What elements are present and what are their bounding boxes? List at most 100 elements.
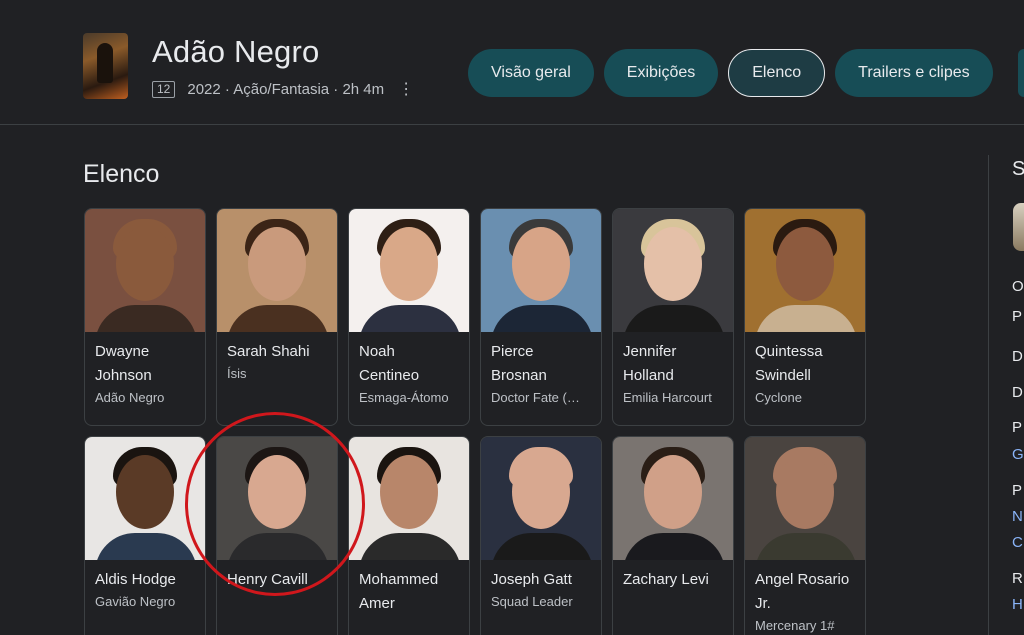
cast-card[interactable]: Pierce Brosnan Doctor Fate (…: [480, 208, 602, 426]
photo-face: [776, 227, 834, 301]
actor-name: Angel Rosario Jr.: [755, 571, 850, 612]
tab-label: Visão geral: [491, 64, 571, 81]
photo-shoulders: [491, 305, 593, 332]
actor-photo: [481, 437, 601, 560]
side-panel-line: O: [1012, 278, 1024, 295]
character-name: Mercenary 1#: [755, 618, 835, 633]
movie-poster[interactable]: [83, 33, 128, 99]
side-panel-header: S: [1012, 158, 1024, 180]
cast-card-text: Dwayne Johnson Adão Negro: [85, 332, 205, 425]
cast-card[interactable]: Joseph Gatt Squad Leader: [480, 436, 602, 635]
actor-photo: [745, 437, 865, 560]
photo-shoulders: [755, 533, 857, 560]
photo-shoulders: [359, 305, 461, 332]
actor-name: Sarah Shahi: [227, 343, 310, 360]
tab-label: Trailers e clipes: [858, 64, 970, 81]
photo-shoulders: [227, 305, 329, 332]
side-panel-line: P: [1012, 482, 1023, 499]
photo-face: [512, 455, 570, 529]
column-divider: [988, 155, 989, 635]
cast-card[interactable]: Angel Rosario Jr. Mercenary 1#: [744, 436, 866, 635]
character-name: Esmaga-Átomo: [359, 390, 449, 405]
photo-face: [116, 455, 174, 529]
actor-photo: [349, 437, 469, 560]
actor-photo: [745, 209, 865, 332]
cast-card[interactable]: Sarah Shahi Ísis: [216, 208, 338, 426]
side-panel-line: P: [1012, 419, 1023, 436]
photo-shoulders: [95, 305, 197, 332]
side-panel-line[interactable]: C: [1012, 534, 1023, 551]
cast-grid: Dwayne Johnson Adão Negro Sarah Shahi Ísis N…: [84, 208, 866, 635]
side-panel-thumbnail[interactable]: [1013, 203, 1024, 251]
photo-face: [512, 227, 570, 301]
tab-label: Exibições: [626, 64, 696, 81]
actor-name: Joseph Gatt: [491, 571, 572, 588]
actor-photo: [613, 209, 733, 332]
cast-card-text: Jennifer Holland Emilia Harcourt: [613, 332, 733, 425]
movie-title: Adão Negro: [152, 34, 320, 69]
character-name: Cyclone: [755, 390, 802, 405]
cast-card[interactable]: Dwayne Johnson Adão Negro: [84, 208, 206, 426]
tab-overview[interactable]: Visão geral: [468, 49, 594, 97]
photo-face: [248, 455, 306, 529]
cast-card[interactable]: Noah Centineo Esmaga-Átomo: [348, 208, 470, 426]
tab-label: Elenco: [752, 64, 802, 81]
movie-meta-text: 2022 · Ação/Fantasia · 2h 4m: [187, 80, 385, 98]
cast-card-text: Quintessa Swindell Cyclone: [745, 332, 865, 425]
photo-shoulders: [623, 533, 725, 560]
photo-face: [776, 455, 834, 529]
cast-card-text: Angel Rosario Jr. Mercenary 1#: [745, 560, 865, 635]
character-name: Emilia Harcourt: [623, 390, 712, 405]
photo-face: [380, 455, 438, 529]
side-panel-line: D: [1012, 348, 1023, 365]
cast-card-text: Zachary Levi: [613, 560, 733, 635]
cast-card[interactable]: Henry Cavill: [216, 436, 338, 635]
tab-trailers[interactable]: Trailers e clipes: [835, 49, 993, 97]
actor-name: Henry Cavill: [227, 571, 308, 588]
photo-shoulders: [95, 533, 197, 560]
side-panel-line[interactable]: N: [1012, 508, 1023, 525]
tab-showtimes[interactable]: Exibições: [603, 49, 719, 97]
cast-card-text: Mohammed Amer: [349, 560, 469, 635]
actor-photo: [349, 209, 469, 332]
cast-card[interactable]: Quintessa Swindell Cyclone: [744, 208, 866, 426]
actor-name: Zachary Levi: [623, 571, 709, 588]
photo-face: [116, 227, 174, 301]
actor-photo: [217, 209, 337, 332]
actor-name: Mohammed Amer: [359, 571, 439, 612]
character-name: Adão Negro: [95, 390, 165, 405]
side-panel-line: R: [1012, 570, 1023, 587]
age-rating-badge: 12: [152, 80, 176, 98]
cast-card-text: Aldis Hodge Gavião Negro: [85, 560, 205, 635]
character-name: Ísis: [227, 366, 247, 381]
character-name: Doctor Fate (…: [491, 390, 580, 405]
character-name: Gavião Negro: [95, 594, 176, 609]
cast-card-text: Henry Cavill: [217, 560, 337, 635]
photo-shoulders: [755, 305, 857, 332]
movie-meta: 12 2022 · Ação/Fantasia · 2h 4m ⋮: [152, 79, 414, 99]
cast-card-text: Joseph Gatt Squad Leader: [481, 560, 601, 635]
movie-header: Adão Negro 12 2022 · Ação/Fantasia · 2h …: [0, 0, 1024, 125]
tab-bar: Visão geral Exibições Elenco Trailers e …: [468, 49, 993, 97]
photo-face: [644, 227, 702, 301]
cast-card-text: Noah Centineo Esmaga-Átomo: [349, 332, 469, 425]
actor-name: Aldis Hodge: [95, 571, 176, 588]
actor-photo: [481, 209, 601, 332]
cast-card[interactable]: Jennifer Holland Emilia Harcourt: [612, 208, 734, 426]
tab-cast[interactable]: Elenco: [728, 49, 826, 97]
actor-photo: [85, 209, 205, 332]
side-panel-line[interactable]: H: [1012, 596, 1023, 613]
actor-name: Quintessa Swindell: [755, 343, 823, 384]
cast-card-text: Pierce Brosnan Doctor Fate (…: [481, 332, 601, 425]
cast-card[interactable]: Zachary Levi: [612, 436, 734, 635]
more-options-icon[interactable]: ⋮: [398, 79, 414, 99]
cast-card[interactable]: Aldis Hodge Gavião Negro: [84, 436, 206, 635]
photo-face: [380, 227, 438, 301]
photo-shoulders: [359, 533, 461, 560]
actor-name: Noah Centineo: [359, 343, 420, 384]
side-panel-line[interactable]: G: [1012, 446, 1024, 463]
photo-shoulders: [623, 305, 725, 332]
photo-shoulders: [227, 533, 329, 560]
actor-name: Dwayne Johnson: [95, 343, 152, 384]
cast-card[interactable]: Mohammed Amer: [348, 436, 470, 635]
